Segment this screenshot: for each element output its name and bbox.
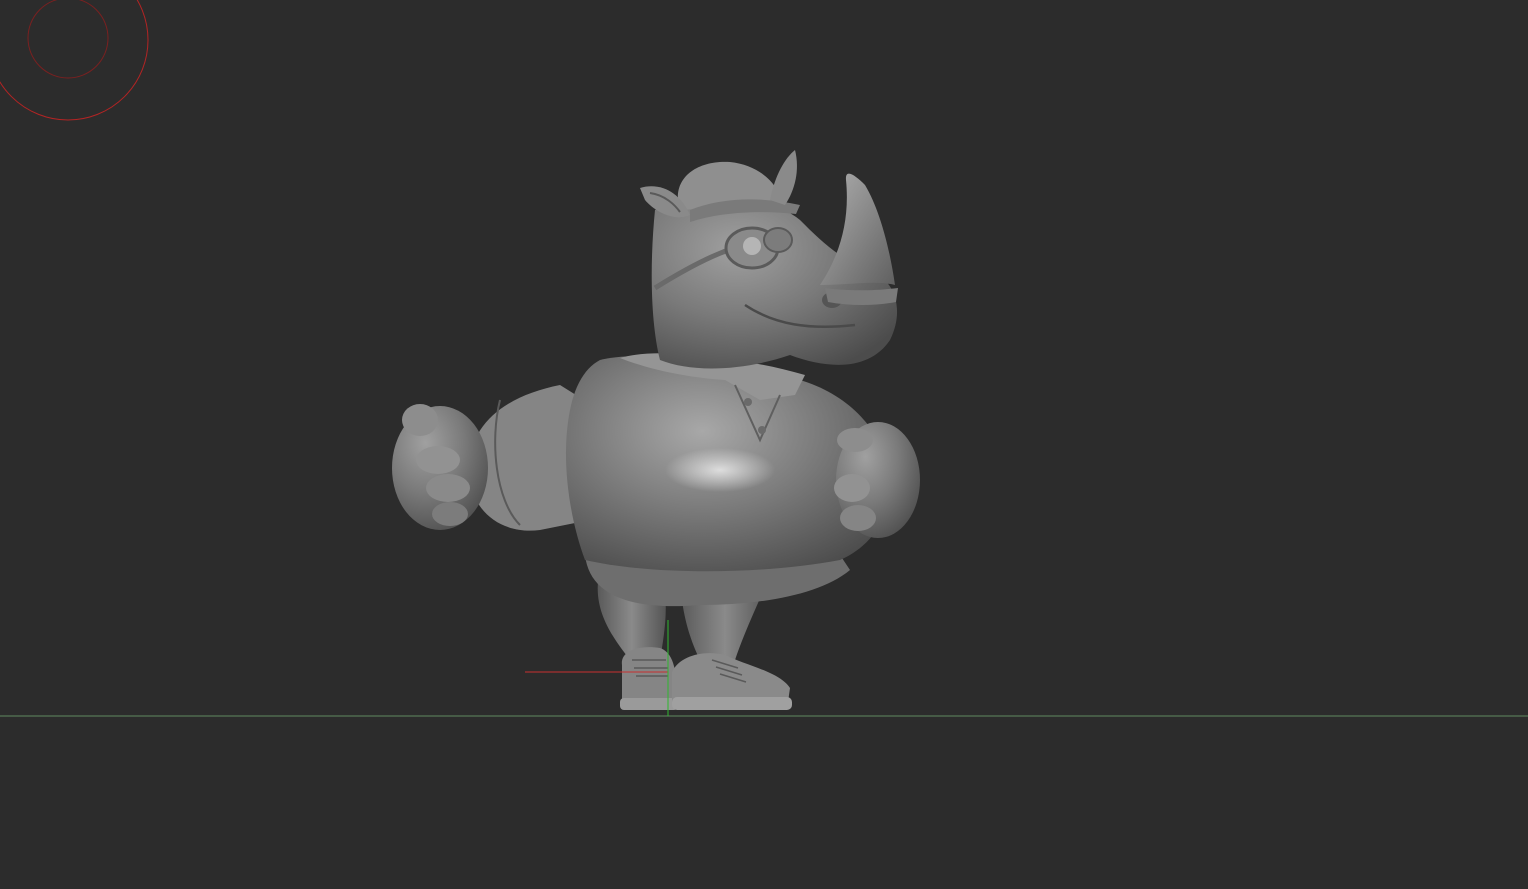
shirt-button-1 — [744, 398, 752, 406]
rhino-horn — [820, 173, 895, 285]
navigation-gizmo[interactable] — [0, 0, 149, 121]
3d-viewport[interactable] — [0, 0, 1528, 889]
shirt-highlight — [665, 448, 775, 492]
right-ear — [770, 150, 797, 205]
gizmo-outer-ring[interactable] — [0, 0, 149, 121]
rhino-sculpt-model[interactable] — [392, 150, 920, 710]
shirt-button-2 — [758, 426, 766, 434]
right-shoe — [672, 653, 792, 710]
left-shoe — [620, 647, 678, 710]
right-hand — [834, 422, 920, 538]
viewport-canvas[interactable] — [0, 0, 1528, 889]
gizmo-inner-ring[interactable] — [27, 0, 109, 79]
left-hand — [392, 404, 488, 530]
